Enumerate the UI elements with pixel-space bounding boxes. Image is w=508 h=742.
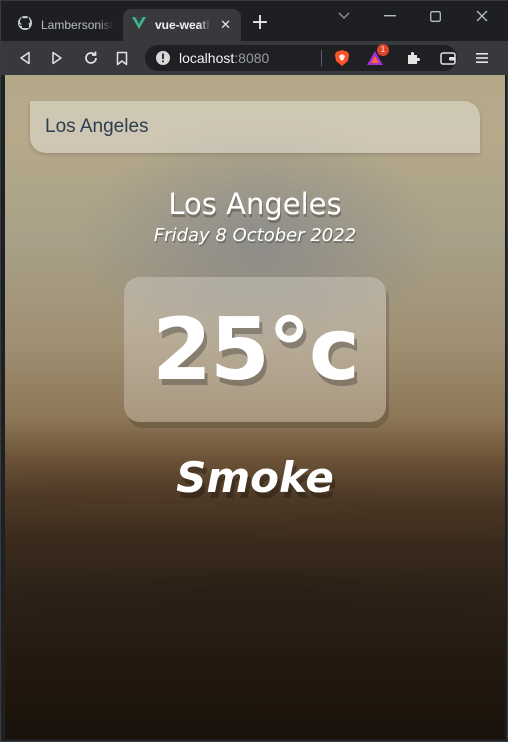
weather-condition: Smoke bbox=[176, 453, 334, 502]
browser-toolbar: localhost:8080 1 bbox=[1, 41, 508, 75]
forward-icon[interactable] bbox=[47, 48, 67, 68]
menu-icon[interactable] bbox=[472, 48, 492, 68]
temperature-card: 25°c bbox=[124, 277, 386, 422]
search-input[interactable] bbox=[30, 101, 480, 153]
current-date: Friday 8 October 2022 bbox=[153, 225, 357, 246]
tab-title: Lambersonista bbox=[41, 18, 113, 32]
maximize-icon[interactable] bbox=[424, 7, 446, 25]
tab-vue-weather[interactable]: vue-weather ✕ bbox=[123, 9, 241, 41]
bookmark-icon[interactable] bbox=[112, 48, 132, 68]
minimize-icon[interactable] bbox=[379, 7, 401, 25]
url-port: :8080 bbox=[234, 50, 270, 66]
toolbar-divider bbox=[321, 50, 322, 66]
extensions-puzzle-icon[interactable] bbox=[404, 48, 424, 68]
page-viewport: Los Angeles Friday 8 October 2022 25°c S… bbox=[5, 75, 505, 739]
browser-window: Lambersonista vue-weather ✕ + bbox=[0, 0, 508, 742]
new-tab-button[interactable]: + bbox=[249, 12, 271, 35]
url-host: localhost bbox=[179, 50, 235, 66]
site-info-icon[interactable] bbox=[155, 50, 171, 66]
rewards-badge: 1 bbox=[377, 44, 389, 56]
wallet-icon[interactable] bbox=[438, 48, 458, 68]
close-tab-icon[interactable]: ✕ bbox=[218, 17, 233, 33]
tab-strip: Lambersonista vue-weather ✕ + bbox=[1, 1, 508, 41]
github-icon bbox=[17, 15, 33, 35]
location-name: Los Angeles bbox=[168, 187, 342, 221]
tab-title: vue-weather bbox=[155, 18, 211, 32]
brave-rewards-icon[interactable]: 1 bbox=[365, 44, 389, 68]
vue-logo-icon bbox=[131, 15, 147, 35]
reload-icon[interactable] bbox=[81, 48, 101, 68]
tab-github[interactable]: Lambersonista bbox=[9, 9, 121, 41]
tab-search-chevron-icon[interactable] bbox=[333, 7, 355, 25]
close-window-icon[interactable] bbox=[471, 7, 493, 25]
temperature-value: 25°c bbox=[152, 299, 360, 400]
brave-shields-icon[interactable] bbox=[332, 48, 352, 68]
back-icon[interactable] bbox=[15, 48, 35, 68]
